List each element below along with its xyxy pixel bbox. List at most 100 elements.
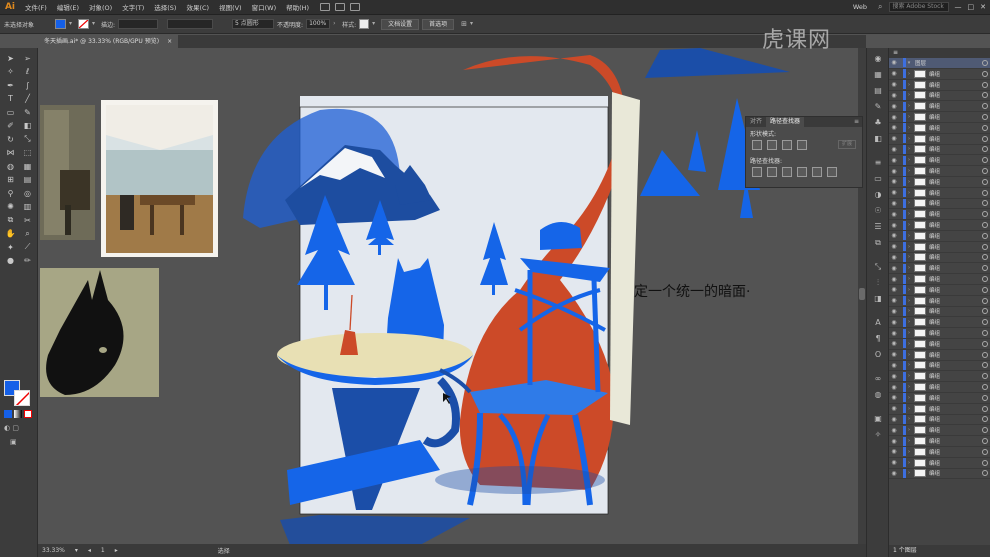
layer-row[interactable]: ◉ › 编组 (889, 296, 990, 307)
shape-builder-tool-icon[interactable]: ◍ (2, 160, 19, 172)
target-icon[interactable] (982, 135, 988, 142)
chevron-right-icon[interactable]: › (906, 179, 912, 185)
visibility-eye-icon[interactable]: ◉ (889, 114, 899, 121)
target-icon[interactable] (982, 124, 988, 131)
layer-row[interactable]: ◉ › 编组 (889, 285, 990, 296)
reference-cat-silhouette[interactable] (40, 268, 159, 397)
target-icon[interactable] (982, 200, 988, 207)
chevron-down-icon[interactable]: ▾ (75, 547, 78, 554)
visibility-eye-icon[interactable]: ◉ (889, 351, 899, 358)
target-icon[interactable] (982, 394, 988, 401)
menu-type[interactable]: 文字(T) (117, 2, 149, 12)
menu-window[interactable]: 窗口(W) (247, 2, 282, 12)
visibility-eye-icon[interactable]: ◉ (889, 394, 899, 401)
target-icon[interactable] (982, 286, 988, 293)
pathfinder-icon[interactable]: ◨ (873, 294, 883, 304)
curvature-tool-icon[interactable]: ∫ (19, 79, 36, 91)
layer-row[interactable]: ◉ › 编组 (889, 404, 990, 415)
chevron-right-icon[interactable]: › (906, 92, 912, 98)
outline-icon[interactable] (812, 167, 822, 177)
chevron-right-icon[interactable]: › (906, 114, 912, 120)
layer-row[interactable]: ◉ › 编组 (889, 382, 990, 393)
line-tool-icon[interactable]: ╱ (19, 93, 36, 105)
preferences-button[interactable]: 首选项 (422, 18, 455, 30)
layer-row[interactable]: ◉ › 编组 (889, 188, 990, 199)
layer-row[interactable]: ◉ › 编组 (889, 242, 990, 253)
color-guide-icon[interactable]: ▦ (873, 70, 883, 80)
chevron-right-icon[interactable]: › (906, 71, 912, 77)
slice-tool-icon[interactable]: ✂ (19, 214, 36, 226)
arrange-documents-icon[interactable] (335, 3, 346, 11)
layer-row[interactable]: ◉ › 编组 (889, 144, 990, 156)
layer-row[interactable]: ◉ › 编组 (889, 360, 990, 372)
color-panel-icon[interactable]: ◉ (873, 54, 883, 64)
layer-row[interactable]: ◉ › 编组 (889, 101, 990, 113)
chevron-right-icon[interactable]: › (906, 200, 912, 206)
close-tab-icon[interactable]: × (167, 35, 172, 48)
visibility-eye-icon[interactable]: ◉ (889, 103, 899, 110)
gradient-icon[interactable]: ▭ (873, 174, 883, 184)
target-icon[interactable] (982, 168, 988, 175)
artboard-nav-prev-icon[interactable]: ◂ (88, 547, 91, 554)
layer-row[interactable]: ◉ › 编组 (889, 414, 990, 426)
layer-row[interactable]: ◉ › 编组 (889, 123, 990, 134)
visibility-eye-icon[interactable]: ◉ (889, 297, 899, 304)
layer-row[interactable]: ◉ › 编组 (889, 458, 990, 469)
layer-row[interactable]: ◉ › 编组 (889, 468, 990, 480)
fill-swatch[interactable] (55, 19, 67, 29)
brush-point-field[interactable]: 5 点圆形 (232, 19, 275, 29)
mesh-tool-icon[interactable]: ⊞ (2, 174, 19, 186)
layer-row[interactable]: ◉ › 编组 (889, 393, 990, 404)
stroke-swatch[interactable] (78, 19, 90, 29)
visibility-eye-icon[interactable]: ◉ (889, 146, 899, 153)
target-icon[interactable] (982, 459, 988, 466)
chevron-down-icon[interactable]: ▾ (372, 20, 378, 28)
visibility-eye-icon[interactable]: ◉ (889, 405, 899, 412)
visibility-eye-icon[interactable]: ◉ (889, 265, 899, 272)
graphic-styles-icon[interactable]: ◧ (873, 134, 883, 144)
triangle-outside-2[interactable] (688, 130, 706, 172)
image-trace-icon[interactable]: ◍ (873, 390, 883, 400)
workspace-switcher[interactable]: Web (848, 3, 872, 11)
arrange-icon[interactable]: ⊞ (461, 20, 467, 28)
target-icon[interactable] (982, 319, 988, 326)
layer-row[interactable]: ◉ › 编组 (889, 166, 990, 177)
menu-file[interactable]: 文件(F) (20, 2, 52, 12)
chevron-right-icon[interactable]: › (906, 82, 912, 88)
exclude-icon[interactable] (797, 140, 807, 150)
target-icon[interactable] (982, 438, 988, 445)
chevron-right-icon[interactable]: › (906, 146, 912, 152)
layers-panel-icon[interactable]: ☰ (873, 222, 883, 232)
intersect-icon[interactable] (782, 140, 792, 150)
maximize-icon[interactable]: □ (968, 3, 975, 11)
visibility-eye-icon[interactable]: ◉ (889, 168, 899, 175)
visibility-eye-icon[interactable]: ◉ (889, 470, 899, 477)
visibility-eye-icon[interactable]: ◉ (889, 340, 899, 347)
chevron-down-icon[interactable]: ▾ (906, 60, 912, 66)
layer-row[interactable]: ◉ › 编组 (889, 263, 990, 275)
artboards-icon[interactable]: ⧉ (873, 238, 883, 248)
perspective-grid-tool-icon[interactable]: ▦ (19, 160, 36, 172)
chevron-right-icon[interactable]: › (906, 136, 912, 142)
gradient-tool-icon[interactable]: ▤ (19, 174, 36, 186)
chevron-right-icon[interactable]: › (906, 211, 912, 217)
brushes-icon[interactable]: ✎ (873, 102, 883, 112)
expand-button[interactable]: 扩展 (838, 140, 856, 149)
target-icon[interactable] (982, 211, 988, 218)
chevron-right-icon[interactable]: › (906, 319, 912, 325)
visibility-eye-icon[interactable]: ◉ (889, 438, 899, 445)
chevron-right-icon[interactable]: › (906, 276, 912, 282)
target-icon[interactable] (982, 103, 988, 110)
target-icon[interactable] (982, 189, 988, 196)
target-icon[interactable] (982, 297, 988, 304)
target-icon[interactable] (982, 265, 988, 272)
menu-select[interactable]: 选择(S) (149, 2, 181, 12)
crop-icon[interactable] (797, 167, 807, 177)
color-mode-icon[interactable] (4, 410, 12, 418)
target-icon[interactable] (982, 373, 988, 380)
stroke-color-swatch[interactable] (14, 390, 30, 406)
chevron-right-icon[interactable]: › (906, 373, 912, 379)
gpu-icon[interactable] (350, 3, 361, 11)
layer-row[interactable]: ◉ › 编组 (889, 220, 990, 231)
pen-tool-icon[interactable]: ✒ (2, 79, 19, 91)
